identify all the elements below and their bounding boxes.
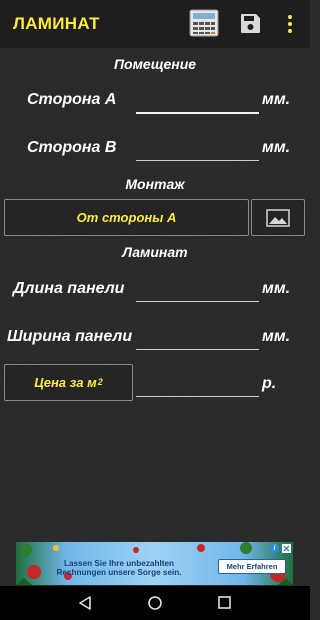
panel-length-input[interactable] bbox=[136, 280, 259, 302]
ad-text: Lassen Sie Ihre unbezahlten Rechnungen u… bbox=[44, 559, 194, 577]
back-triangle-icon[interactable] bbox=[78, 596, 92, 610]
image-icon bbox=[266, 208, 290, 227]
side-b-input[interactable] bbox=[136, 139, 259, 161]
recents-square-icon[interactable] bbox=[218, 596, 231, 609]
app-bar: ЛАМИНАТ bbox=[0, 0, 310, 48]
side-b-unit: мм. bbox=[262, 139, 291, 156]
app-title: ЛАМИНАТ bbox=[13, 14, 100, 33]
info-icon[interactable]: i bbox=[270, 544, 279, 553]
side-b-label: Сторона В bbox=[27, 139, 117, 156]
ad-banner[interactable]: Lassen Sie Ihre unbezahlten Rechnungen u… bbox=[16, 542, 293, 585]
price-input[interactable] bbox=[136, 375, 259, 397]
price-button-superscript: 2 bbox=[97, 376, 103, 387]
home-circle-icon[interactable] bbox=[148, 596, 162, 610]
side-a-label: Сторона А bbox=[27, 91, 117, 108]
floppy-disk-icon[interactable] bbox=[240, 13, 261, 34]
panel-length-label: Длина панели bbox=[13, 280, 125, 297]
mounting-direction-label: От стороны А bbox=[76, 210, 177, 225]
mounting-image-button[interactable] bbox=[251, 199, 305, 236]
mounting-direction-button[interactable]: От стороны А bbox=[4, 199, 249, 236]
price-button-label: Цена за м bbox=[34, 375, 97, 390]
close-icon[interactable] bbox=[282, 544, 291, 553]
price-unit: р. bbox=[262, 375, 277, 392]
ad-line-2: Rechnungen unsere Sorge sein. bbox=[56, 568, 182, 577]
room-section-title: Помещение bbox=[113, 56, 197, 72]
price-per-sqm-button[interactable]: Цена за м2 bbox=[4, 364, 133, 401]
more-vert-icon[interactable] bbox=[284, 13, 296, 35]
side-a-unit: мм. bbox=[262, 91, 291, 108]
panel-width-label: Ширина панели bbox=[7, 328, 133, 345]
laminate-section-title: Ламинат bbox=[122, 244, 188, 260]
side-a-input[interactable] bbox=[136, 92, 259, 114]
ad-line-1: Lassen Sie Ihre unbezahlten bbox=[63, 559, 175, 568]
mounting-section-title: Монтаж bbox=[125, 176, 185, 192]
ad-cta-button[interactable]: Mehr Erfahren bbox=[218, 559, 286, 574]
panel-length-unit: мм. bbox=[262, 280, 291, 297]
panel-width-unit: мм. bbox=[262, 328, 291, 345]
system-nav-bar bbox=[0, 586, 310, 620]
calculator-icon[interactable] bbox=[189, 9, 219, 37]
panel-width-input[interactable] bbox=[136, 328, 259, 350]
